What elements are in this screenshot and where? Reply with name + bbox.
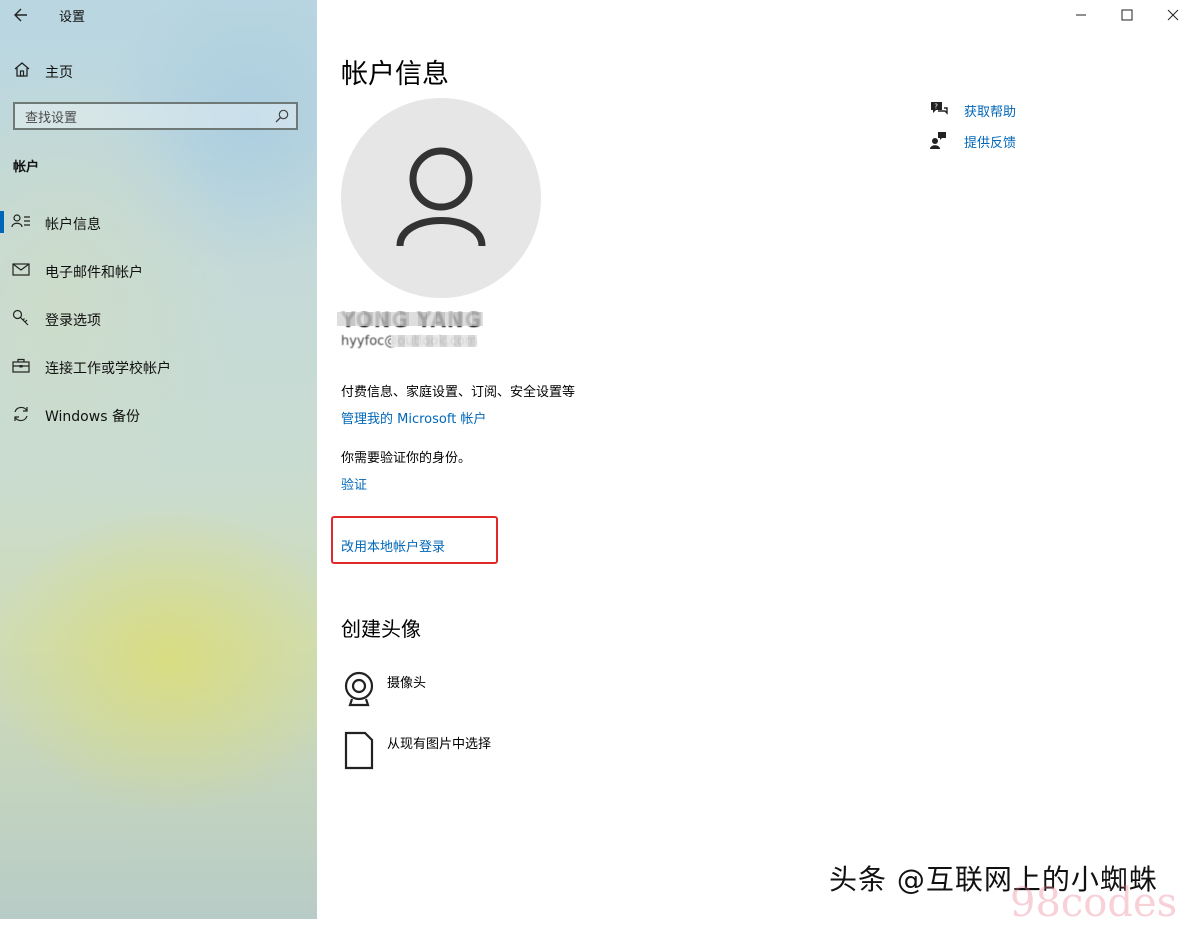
sidebar-item-label: 电子邮件和帐户 [45, 265, 143, 281]
back-button[interactable] [8, 4, 34, 26]
nav-list: 帐户信息 电子邮件和帐户 登录选项 连接工作或学校帐户 Windows 备份 [0, 206, 317, 446]
person-lines-icon [11, 214, 30, 228]
avatar [341, 98, 541, 298]
webcam-option[interactable]: 摄像头 [341, 670, 641, 714]
webcam-icon [344, 671, 374, 707]
nav-home-label: 主页 [45, 65, 73, 81]
sidebar-item-windows-backup[interactable]: Windows 备份 [0, 398, 317, 446]
title-bar: 设置 [0, 0, 317, 30]
back-arrow-icon [14, 8, 27, 22]
search-icon[interactable] [274, 108, 290, 124]
manage-account-link[interactable]: 管理我的 Microsoft 帐户 [341, 408, 486, 427]
get-help-link[interactable]: ? 获取帮助 [929, 99, 1129, 121]
key-icon [12, 309, 29, 326]
home-icon [14, 62, 30, 77]
sidebar-item-work-school[interactable]: 连接工作或学校帐户 [0, 350, 317, 398]
svg-text:?: ? [934, 103, 938, 111]
local-account-link[interactable]: 改用本地帐户登录 [341, 536, 445, 555]
choose-picture-option[interactable]: 从现有图片中选择 [341, 731, 641, 775]
search-box[interactable] [13, 102, 298, 130]
feedback-label: 提供反馈 [964, 136, 1017, 151]
sync-icon [14, 406, 28, 422]
nav-home[interactable]: 主页 [0, 56, 317, 86]
page-title: 帐户信息 [341, 59, 449, 90]
briefcase-icon [12, 358, 30, 373]
create-avatar-title: 创建头像 [341, 617, 421, 641]
verify-text: 你需要验证你的身份。 [341, 451, 472, 466]
feedback-link[interactable]: 提供反馈 [929, 130, 1129, 152]
sidebar-item-email-accounts[interactable]: 电子邮件和帐户 [0, 254, 317, 302]
name-redaction [337, 312, 483, 326]
webcam-label: 摄像头 [387, 676, 427, 691]
get-help-label: 获取帮助 [964, 105, 1017, 120]
sidebar-item-account-info[interactable]: 帐户信息 [0, 206, 317, 254]
verify-link[interactable]: 验证 [341, 474, 367, 493]
sidebar-item-label: Windows 备份 [45, 409, 140, 425]
feedback-icon [930, 132, 946, 149]
sidebar-item-label: 登录选项 [45, 313, 101, 329]
email-redaction [391, 335, 477, 347]
picture-file-icon [344, 731, 374, 770]
main-content: 帐户信息 YONG YANG hyyfoc@outlook.com 付费信息、家… [317, 0, 1197, 919]
search-input[interactable] [23, 108, 267, 128]
choose-picture-label: 从现有图片中选择 [387, 737, 492, 752]
help-chat-icon: ? [931, 102, 948, 115]
sidebar: 设置 主页 帐户 帐户信息 电子邮件和 [0, 0, 317, 919]
mail-icon [12, 263, 30, 276]
sidebar-item-label: 帐户信息 [45, 217, 101, 233]
watermark-secondary: 98codes [1010, 880, 1178, 926]
section-label: 帐户 [13, 160, 40, 175]
sidebar-item-sign-in-options[interactable]: 登录选项 [0, 302, 317, 350]
sidebar-item-label: 连接工作或学校帐户 [45, 361, 171, 377]
person-icon [396, 147, 486, 247]
app-title: 设置 [59, 10, 86, 25]
billing-text: 付费信息、家庭设置、订阅、安全设置等 [341, 385, 576, 400]
